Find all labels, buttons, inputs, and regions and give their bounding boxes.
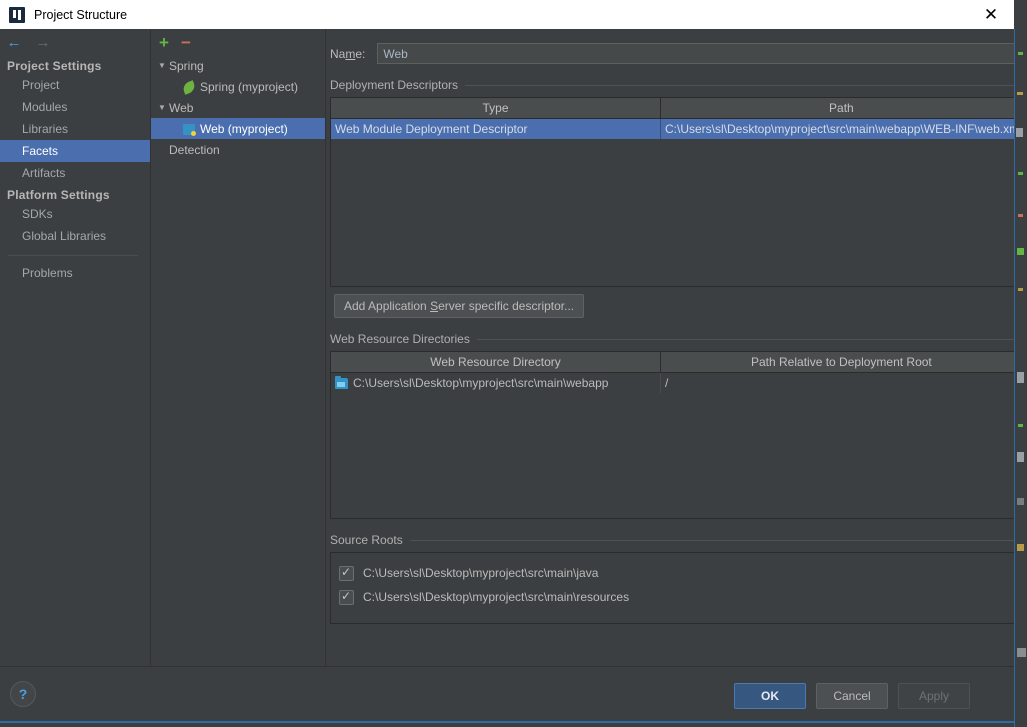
web-resource-directories-title: Web Resource Directories bbox=[330, 332, 470, 346]
tree-node-label: Detection bbox=[169, 142, 220, 157]
section-title: Web Resource Directories bbox=[330, 332, 1014, 346]
facet-settings-panel: Name: Deployment Descriptors Type Path bbox=[326, 29, 1014, 666]
forward-arrow-icon[interactable]: → bbox=[33, 32, 53, 52]
cell-directory: C:\Users\sl\Desktop\myproject\src\main\w… bbox=[331, 373, 661, 393]
web-module-icon bbox=[183, 123, 196, 136]
cancel-button[interactable]: Cancel bbox=[816, 683, 888, 709]
column-header-type[interactable]: Type bbox=[331, 98, 661, 118]
table-header: Type Path bbox=[331, 98, 1014, 119]
web-resource-directories-table: Web Resource Directory Path Relative to … bbox=[330, 351, 1014, 519]
table-header: Web Resource Directory Path Relative to … bbox=[331, 352, 1014, 373]
background-ide-strip bbox=[1014, 0, 1027, 727]
tree-node-detection[interactable]: Detection bbox=[151, 139, 325, 160]
close-icon[interactable]: ✕ bbox=[968, 0, 1014, 29]
cell-relative-path: / bbox=[665, 376, 669, 390]
project-structure-dialog: Project Structure ✕ ← → Project Settings… bbox=[0, 0, 1014, 727]
deployment-descriptors-table: Type Path Web Module Deployment Descript… bbox=[330, 97, 1014, 287]
back-arrow-icon[interactable]: ← bbox=[4, 32, 24, 52]
web-resource-directories-section: Web Resource Directories Web Resource Di… bbox=[330, 332, 1014, 519]
ok-button[interactable]: OK bbox=[734, 683, 806, 709]
cell-path: C:\Users\sl\Desktop\myproject\src\main\w… bbox=[665, 122, 1014, 136]
source-roots-list: C:\Users\sl\Desktop\myproject\src\main\j… bbox=[330, 552, 1014, 624]
source-root-path: C:\Users\sl\Desktop\myproject\src\main\r… bbox=[363, 590, 630, 604]
table-body: Web Module Deployment Descriptor C:\User… bbox=[331, 119, 1014, 286]
tree-node-spring-myproject[interactable]: Spring (myproject) bbox=[151, 76, 325, 97]
chevron-down-icon[interactable]: ▼ bbox=[155, 61, 169, 70]
sidebar-item-project[interactable]: Project bbox=[0, 74, 150, 96]
add-app-server-descriptor-row: Add Application Server specific descript… bbox=[334, 294, 1014, 318]
settings-sidebar: ← → Project Settings Project Modules Lib… bbox=[0, 29, 151, 666]
source-roots-title: Source Roots bbox=[330, 533, 403, 547]
section-rule bbox=[476, 338, 1014, 340]
dialog-bottom-border bbox=[0, 721, 1014, 723]
table-body: C:\Users\sl\Desktop\myproject\src\main\w… bbox=[331, 373, 1014, 518]
list-item[interactable]: C:\Users\sl\Desktop\myproject\src\main\r… bbox=[339, 585, 1014, 609]
tree-node-label: Web bbox=[169, 100, 194, 115]
add-facet-icon[interactable]: + bbox=[159, 34, 169, 51]
checkbox-source-root-java[interactable] bbox=[339, 564, 354, 581]
apply-button[interactable]: Apply bbox=[898, 683, 970, 709]
tree-node-web-group[interactable]: ▼ Web bbox=[151, 97, 325, 118]
sidebar-item-problems[interactable]: Problems bbox=[0, 262, 150, 284]
facets-tree-panel: + − ▼ Spring Spring (myproject) ▼ Web We… bbox=[151, 29, 326, 666]
cell-directory-text: C:\Users\sl\Desktop\myproject\src\main\w… bbox=[353, 376, 609, 390]
deployment-descriptors-table-wrap: Type Path Web Module Deployment Descript… bbox=[330, 97, 1014, 287]
tree-node-label: Web (myproject) bbox=[200, 121, 288, 136]
sidebar-item-libraries[interactable]: Libraries bbox=[0, 118, 150, 140]
sidebar-item-artifacts[interactable]: Artifacts bbox=[0, 162, 150, 184]
remove-facet-icon[interactable]: − bbox=[181, 34, 191, 51]
folder-icon bbox=[335, 375, 348, 389]
tree-node-web-myproject[interactable]: Web (myproject) bbox=[151, 118, 325, 139]
source-root-path: C:\Users\sl\Desktop\myproject\src\main\j… bbox=[363, 566, 599, 580]
intellij-idea-icon bbox=[9, 6, 25, 23]
facets-tree-toolbar: + − bbox=[151, 29, 325, 55]
sidebar-item-global-libraries[interactable]: Global Libraries bbox=[0, 225, 150, 247]
add-app-server-descriptor-button[interactable]: Add Application Server specific descript… bbox=[334, 294, 585, 318]
column-header-path-relative[interactable]: Path Relative to Deployment Root bbox=[661, 352, 1014, 372]
title-bar: Project Structure ✕ bbox=[0, 0, 1014, 30]
sidebar-item-sdks[interactable]: SDKs bbox=[0, 203, 150, 225]
nav-history-arrows: ← → bbox=[0, 29, 150, 55]
chevron-down-icon[interactable]: ▼ bbox=[155, 103, 169, 112]
sidebar-item-modules[interactable]: Modules bbox=[0, 96, 150, 118]
facet-name-row: Name: bbox=[326, 29, 1014, 64]
tree-node-spring-group[interactable]: ▼ Spring bbox=[151, 55, 325, 76]
facet-name-input[interactable] bbox=[377, 43, 1014, 64]
sidebar-item-facets[interactable]: Facets bbox=[0, 140, 150, 162]
deployment-descriptors-title: Deployment Descriptors bbox=[330, 78, 459, 92]
column-header-web-resource-directory[interactable]: Web Resource Directory bbox=[331, 352, 661, 372]
sidebar-divider bbox=[8, 255, 138, 256]
table-row[interactable]: C:\Users\sl\Desktop\myproject\src\main\w… bbox=[331, 373, 1014, 393]
facet-name-label: Name: bbox=[330, 46, 366, 61]
window-title: Project Structure bbox=[34, 7, 128, 22]
cell-type: Web Module Deployment Descriptor bbox=[331, 119, 661, 139]
tree-node-label: Spring bbox=[169, 58, 204, 73]
section-title: Source Roots bbox=[330, 533, 1014, 547]
checkbox-source-root-resources[interactable] bbox=[339, 588, 354, 605]
sidebar-group-project-settings: Project Settings bbox=[7, 59, 102, 73]
web-resource-table-wrap: Web Resource Directory Path Relative to … bbox=[330, 351, 1014, 519]
help-button[interactable]: ? bbox=[10, 681, 36, 707]
source-roots-section: Source Roots C:\Users\sl\Desktop\myproje… bbox=[330, 533, 1014, 624]
dialog-body: ← → Project Settings Project Modules Lib… bbox=[0, 29, 1014, 666]
section-title: Deployment Descriptors bbox=[330, 78, 1014, 92]
dialog-buttons: OK Cancel Apply bbox=[734, 683, 970, 709]
section-rule bbox=[409, 539, 1014, 541]
sidebar-group-platform-settings: Platform Settings bbox=[7, 188, 110, 202]
spring-leaf-icon bbox=[181, 79, 197, 95]
section-rule bbox=[465, 84, 1014, 86]
column-header-path[interactable]: Path bbox=[661, 98, 1014, 118]
tree-node-label: Spring (myproject) bbox=[200, 79, 299, 94]
list-item[interactable]: C:\Users\sl\Desktop\myproject\src\main\j… bbox=[339, 561, 1014, 585]
deployment-descriptors-section: Deployment Descriptors Type Path Web Mod… bbox=[330, 78, 1014, 318]
table-row[interactable]: Web Module Deployment Descriptor C:\User… bbox=[331, 119, 1014, 139]
